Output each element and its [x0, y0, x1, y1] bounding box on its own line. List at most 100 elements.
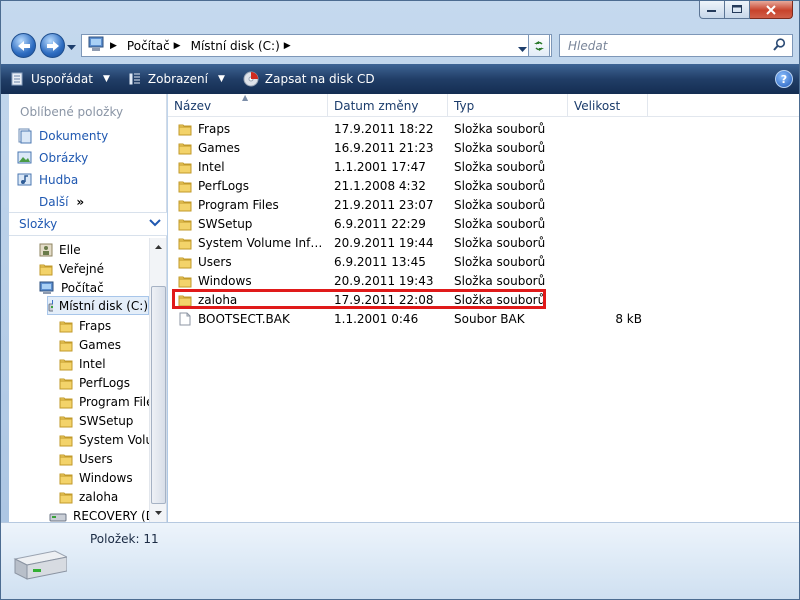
tree-label: Místní disk (C:): [58, 298, 148, 313]
folders-header[interactable]: Složky: [9, 212, 167, 236]
command-bar: Uspořádat ▼ Zobrazení ▼ Zapsat na disk C…: [1, 64, 799, 94]
file-name: Program Files: [198, 197, 279, 212]
favorite-label: Dokumenty: [39, 129, 109, 143]
column-label: Typ: [454, 98, 475, 113]
address-bar[interactable]: ▶ Počítač ▶ Místní disk (C:) ▶: [81, 34, 552, 57]
help-button[interactable]: ?: [775, 70, 793, 88]
tree-label: Games: [79, 337, 121, 352]
music-icon: [17, 173, 32, 186]
tree-item-fraps[interactable]: Fraps: [59, 316, 111, 335]
search-icon[interactable]: [773, 37, 786, 54]
file-date: 17.9.2011 18:22: [334, 121, 434, 136]
tree-item-elle[interactable]: Elle: [39, 240, 81, 259]
back-button[interactable]: [11, 33, 36, 58]
file-type: Soubor BAK: [454, 311, 525, 326]
scroll-up-button[interactable]: [151, 239, 166, 255]
tree-item-games[interactable]: Games: [59, 335, 121, 354]
file-date: 21.1.2008 4:32: [334, 178, 426, 193]
table-row[interactable]: Users 6.9.2011 13:45 Složka souborů: [168, 252, 648, 271]
column-header-name[interactable]: Název ▲: [168, 93, 328, 117]
tree-item-swsetup[interactable]: SWSetup: [59, 411, 133, 430]
file-date: 16.9.2011 21:23: [334, 140, 434, 155]
views-label: Zobrazení: [147, 72, 208, 86]
favorites-more-link[interactable]: Další »: [39, 195, 84, 209]
chevron-down-icon: [518, 47, 527, 52]
table-row[interactable]: System Volume Information 20.9.2011 19:4…: [168, 233, 648, 252]
file-name: System Volume Information: [198, 235, 328, 250]
tree-item-intel[interactable]: Intel: [59, 354, 106, 373]
file-type: Složka souborů: [454, 216, 546, 231]
table-row[interactable]: Program Files 21.9.2011 23:07 Složka sou…: [168, 195, 648, 214]
search-input[interactable]: Hledat: [560, 39, 773, 53]
folder-tree: Elle Veřejné Počítač Místní disk (C:) Fr…: [9, 238, 149, 522]
scroll-down-button[interactable]: [151, 505, 166, 521]
table-row[interactable]: SWSetup 6.9.2011 22:29 Složka souborů: [168, 214, 648, 233]
file-name: Fraps: [198, 121, 231, 136]
tree-label: Počítač: [61, 280, 104, 295]
burn-disc-icon: [243, 71, 259, 87]
folders-label: Složky: [19, 217, 58, 231]
details-pane: Položek: 11: [1, 522, 799, 599]
refresh-button[interactable]: [528, 34, 550, 57]
minimize-button[interactable]: [699, 1, 725, 19]
breadcrumb-local-disk[interactable]: Místní disk (C:) ▶: [187, 39, 291, 53]
tree-item-computer[interactable]: Počítač: [39, 278, 104, 297]
folder-icon: [39, 264, 53, 275]
file-date: 21.9.2011 23:07: [334, 197, 434, 212]
views-icon: [129, 73, 140, 85]
tree-item-perflogs[interactable]: PerfLogs: [59, 373, 130, 392]
recent-pages-dropdown[interactable]: [67, 40, 76, 54]
tree-scrollbar[interactable]: [149, 238, 166, 522]
explorer-window: ▶ Počítač ▶ Místní disk (C:) ▶ Hledat Us…: [0, 0, 800, 600]
table-row[interactable]: PerfLogs 21.1.2008 4:32 Složka souborů: [168, 176, 648, 195]
organize-button[interactable]: Uspořádat ▼: [1, 66, 118, 92]
tree-item-public[interactable]: Veřejné: [39, 259, 104, 278]
tree-item-zaloha[interactable]: zaloha: [59, 487, 118, 506]
close-icon: [766, 4, 776, 15]
breadcrumb-computer[interactable]: Počítač ▶: [123, 39, 181, 53]
scrollbar-thumb[interactable]: [151, 286, 166, 504]
folder-icon: [59, 397, 73, 408]
search-box[interactable]: Hledat: [559, 34, 793, 57]
tree-item-recovery-d[interactable]: RECOVERY (D:): [49, 506, 149, 522]
tree-label: Program Files: [79, 394, 149, 409]
tree-label: zaloha: [79, 489, 119, 504]
views-button[interactable]: Zobrazení ▼: [118, 66, 233, 92]
chevron-down-icon: [67, 45, 76, 50]
tree-item-program-files[interactable]: Program Files: [59, 392, 149, 411]
tree-item-system-volume-information[interactable]: System Volume Information: [59, 430, 149, 449]
maximize-button[interactable]: [725, 1, 750, 19]
folder-icon: [59, 435, 73, 446]
table-row[interactable]: Windows 20.9.2011 19:43 Složka souborů: [168, 271, 648, 290]
favorite-documents[interactable]: Dokumenty: [17, 128, 108, 144]
folder-icon: [178, 181, 192, 192]
file-name: BOOTSECT.BAK: [198, 311, 290, 326]
table-row[interactable]: Games 16.9.2011 21:23 Složka souborů: [168, 138, 648, 157]
file-name: PerfLogs: [198, 178, 250, 193]
forward-button[interactable]: [40, 33, 65, 58]
column-header-type[interactable]: Typ: [448, 94, 568, 117]
file-name: Intel: [198, 159, 225, 174]
file-size: 8 kB: [615, 311, 642, 326]
favorite-music[interactable]: Hudba: [17, 172, 78, 188]
red-highlight-box: [172, 289, 546, 309]
drive-icon: [49, 513, 67, 521]
tree-item-windows[interactable]: Windows: [59, 468, 133, 487]
column-header-size[interactable]: Velikost: [568, 94, 648, 117]
table-row[interactable]: Fraps 17.9.2011 18:22 Složka souborů: [168, 119, 648, 138]
refresh-icon: [534, 40, 544, 51]
favorite-pictures[interactable]: Obrázky: [17, 150, 88, 166]
user-folder-icon: [39, 243, 53, 256]
close-button[interactable]: [750, 1, 793, 19]
tree-item-local-disk-c[interactable]: Místní disk (C:): [47, 296, 149, 315]
burn-button[interactable]: Zapsat na disk CD: [233, 66, 383, 92]
file-date: 20.9.2011 19:44: [334, 235, 434, 250]
address-dropdown[interactable]: [518, 42, 527, 56]
column-header-date[interactable]: Datum změny: [328, 94, 448, 117]
file-date: 6.9.2011 22:29: [334, 216, 426, 231]
table-row[interactable]: BOOTSECT.BAK 1.1.2001 0:46 Soubor BAK 8 …: [168, 309, 648, 328]
table-row[interactable]: Intel 1.1.2001 17:47 Složka souborů: [168, 157, 648, 176]
chevron-up-icon: [155, 245, 162, 249]
tree-item-users[interactable]: Users: [59, 449, 113, 468]
folder-icon: [59, 454, 73, 465]
